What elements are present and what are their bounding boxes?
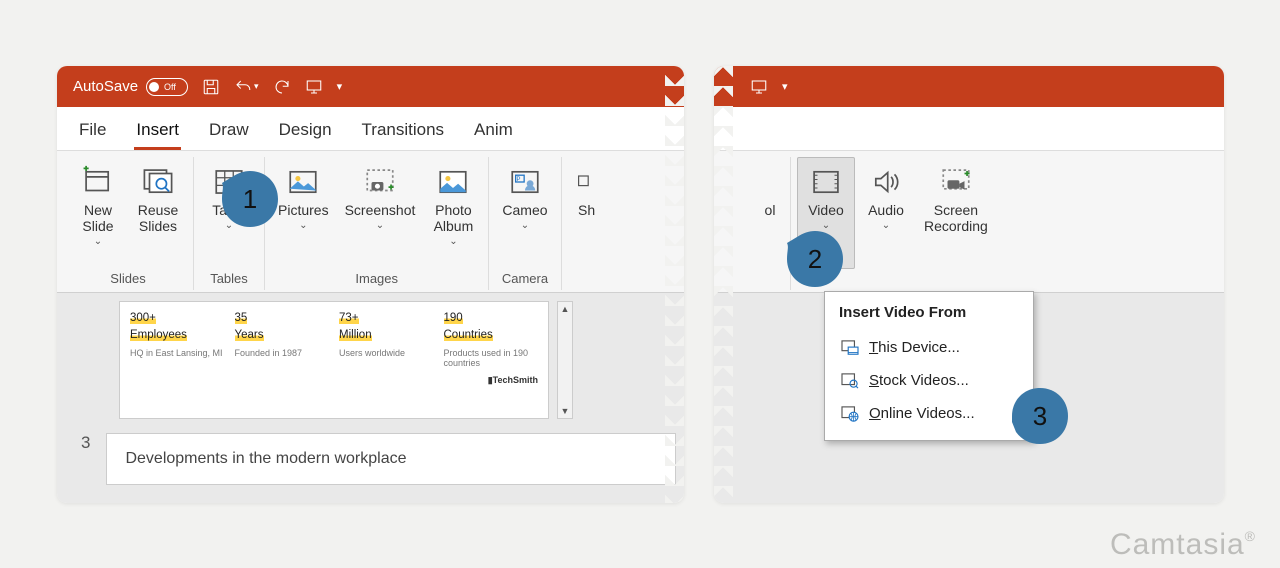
- scrollbar[interactable]: ▲ ▼: [557, 301, 573, 419]
- shapes-button[interactable]: Sh: [568, 157, 606, 269]
- tab-design[interactable]: Design: [279, 120, 332, 150]
- right-panel: ▾ ol Video ⌄: [714, 66, 1224, 503]
- right-body: Insert Video From This Device... Stock V…: [714, 293, 1224, 503]
- chevron-down-icon: ⌄: [376, 220, 384, 231]
- screen-recording-icon: [939, 162, 973, 202]
- group-images: Pictures ⌄ Screenshot ⌄ Photo Album ⌄: [265, 157, 489, 290]
- present-icon: [750, 78, 768, 96]
- cameo-button[interactable]: P Cameo ⌄: [495, 157, 554, 269]
- slide-thumbnail-next[interactable]: Developments in the modern workplace: [106, 433, 676, 485]
- group-slides: New Slide ⌄ Reuse Slides Slides: [63, 157, 194, 290]
- audio-button[interactable]: Audio ⌄: [857, 157, 915, 269]
- chevron-down-icon: ⌄: [225, 220, 233, 231]
- chevron-down-icon: ▾: [337, 80, 343, 93]
- title-bar: AutoSave Off ▾ ▾: [57, 66, 684, 107]
- photo-album-button[interactable]: Photo Album ⌄: [424, 157, 482, 269]
- undo-button[interactable]: ▾: [234, 78, 259, 96]
- reuse-slides-icon: [141, 162, 175, 202]
- screenshot-button[interactable]: Screenshot ⌄: [338, 157, 423, 269]
- photo-album-icon: [436, 162, 470, 202]
- group-camera: P Cameo ⌄ Camera: [489, 157, 561, 290]
- video-icon: [809, 162, 843, 202]
- qat-customize-button[interactable]: ▾: [337, 80, 343, 93]
- chevron-down-icon: ⌄: [94, 236, 102, 247]
- callout-badge-1: 1: [222, 171, 278, 227]
- new-slide-icon: [81, 162, 115, 202]
- pictures-button[interactable]: Pictures ⌄: [271, 157, 336, 269]
- reuse-slides-button[interactable]: Reuse Slides: [129, 157, 187, 269]
- slide-area: 300+EmployeesHQ in East Lansing, MI 35Ye…: [57, 293, 684, 503]
- new-slide-button[interactable]: New Slide ⌄: [69, 157, 127, 269]
- present-icon: [305, 78, 323, 96]
- autosave-toggle[interactable]: AutoSave Off: [73, 78, 188, 96]
- screenshot-icon: [363, 162, 397, 202]
- dropdown-header: Insert Video From: [831, 302, 1027, 331]
- tab-insert[interactable]: Insert: [136, 120, 179, 150]
- save-icon: [202, 78, 220, 96]
- callout-badge-3: 3: [1012, 388, 1068, 444]
- scroll-up-icon[interactable]: ▲: [561, 302, 570, 316]
- callout-badge-2: 2: [787, 231, 843, 287]
- ribbon-tabs: File Insert Draw Design Transitions Anim: [57, 107, 684, 151]
- left-panel: AutoSave Off ▾ ▾ File Insert Draw Design…: [57, 66, 684, 503]
- group-partial: Sh: [562, 157, 612, 290]
- pictures-icon: [286, 162, 320, 202]
- ribbon-insert: New Slide ⌄ Reuse Slides Slides T: [57, 151, 684, 293]
- chevron-down-icon: ⌄: [299, 220, 307, 231]
- tab-file[interactable]: File: [79, 120, 106, 150]
- save-button[interactable]: [202, 78, 220, 96]
- stock-icon: [841, 373, 859, 389]
- brand-label: ▮TechSmith: [130, 375, 538, 386]
- chevron-down-icon: ⌄: [449, 236, 457, 247]
- slide-index: 3: [81, 433, 90, 453]
- online-icon: [841, 406, 859, 422]
- tab-draw[interactable]: Draw: [209, 120, 249, 150]
- chevron-down-icon: ⌄: [822, 220, 830, 231]
- video-dropdown: Insert Video From This Device... Stock V…: [824, 291, 1034, 441]
- redo-button[interactable]: [273, 78, 291, 96]
- ribbon-tabs-right: [714, 107, 1224, 151]
- qat-customize-button[interactable]: ▾: [782, 80, 788, 93]
- audio-icon: [869, 162, 903, 202]
- watermark: Camtasia®: [1110, 528, 1256, 562]
- redo-icon: [273, 78, 291, 96]
- partial-button[interactable]: ol: [750, 157, 790, 269]
- undo-icon: [234, 78, 252, 96]
- dropdown-stock-videos[interactable]: Stock Videos...: [831, 364, 1027, 397]
- chevron-down-icon: ▾: [782, 80, 788, 93]
- tab-transitions[interactable]: Transitions: [362, 120, 445, 150]
- shapes-icon: [575, 162, 599, 202]
- slide-thumbnail[interactable]: 300+EmployeesHQ in East Lansing, MI 35Ye…: [119, 301, 549, 419]
- toggle-switch[interactable]: Off: [146, 78, 188, 96]
- tab-animations[interactable]: Anim: [474, 120, 513, 150]
- svg-text:P: P: [516, 177, 520, 183]
- device-icon: [841, 340, 859, 356]
- chevron-down-icon: ▾: [254, 81, 259, 92]
- autosave-label: AutoSave: [73, 78, 138, 95]
- title-bar-right: ▾: [714, 66, 1224, 107]
- scroll-down-icon[interactable]: ▼: [561, 404, 570, 418]
- screen-recording-button[interactable]: Screen Recording: [917, 157, 995, 269]
- chevron-down-icon: ⌄: [521, 220, 529, 231]
- dropdown-online-videos[interactable]: Online Videos...: [831, 397, 1027, 430]
- slideshow-button[interactable]: [305, 78, 323, 96]
- chevron-down-icon: ⌄: [882, 220, 890, 231]
- dropdown-this-device[interactable]: This Device...: [831, 331, 1027, 364]
- cameo-icon: P: [508, 162, 542, 202]
- slideshow-button[interactable]: [750, 78, 768, 96]
